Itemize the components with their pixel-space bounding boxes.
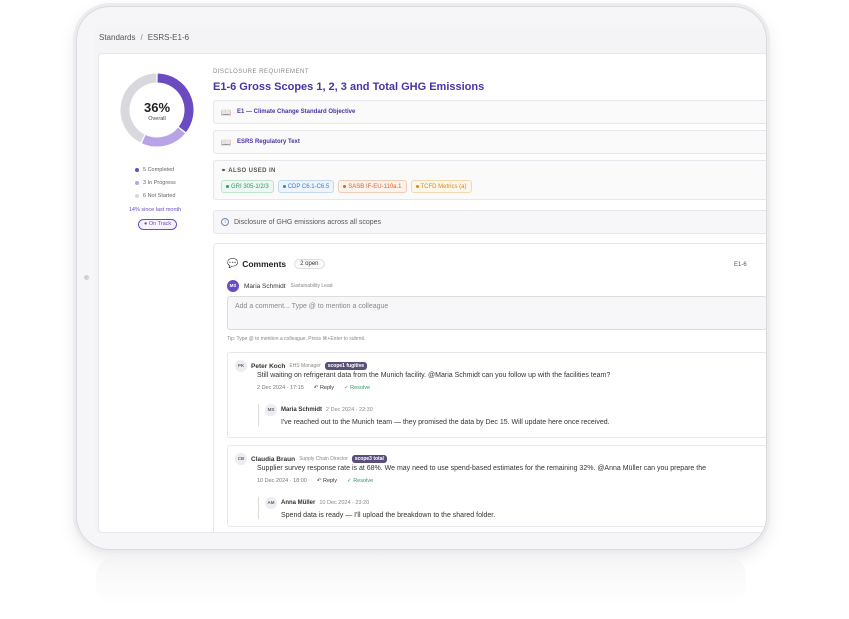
comment-post: PK Peter Koch EHS Manager scope1 fugitiv…: [235, 360, 610, 391]
avatar: AM: [265, 497, 277, 509]
info-icon: i: [221, 218, 229, 226]
comment-reply: MS Maria Schmidt 2 Dec 2024 · 22:30 I've…: [258, 404, 610, 426]
disclosure-panel: 36% Overall 5 Completed 3 In Progress 6 …: [98, 53, 766, 533]
breadcrumb-current: ESRS-E1-6: [147, 33, 190, 42]
link-standard-objective[interactable]: 📖 E1 — Climate Change Standard Objective: [213, 100, 766, 124]
comment-date: 2 Dec 2024 · 17:15: [257, 385, 304, 391]
scope-badge: scope3 total: [351, 455, 387, 463]
open-count-badge: 2 open: [294, 258, 325, 269]
resolve-button[interactable]: ✓ Resolve: [347, 478, 373, 484]
status-badge: ● On Track: [138, 219, 178, 230]
comment-actions: 10 Dec 2024 · 18:00 ↶ Reply ✓ Resolve: [257, 478, 706, 484]
progress-percent: 36%: [143, 100, 171, 115]
tag-gri[interactable]: GRI 305-1/2/3: [221, 180, 274, 193]
legend-completed: 5 Completed: [135, 164, 176, 177]
reply-button[interactable]: ↶ Reply: [317, 478, 337, 484]
check-circle-icon: ✓: [344, 385, 349, 391]
since-last-month: 14% since last month: [128, 207, 182, 213]
comments-header: 💬 Comments 2 open: [227, 258, 325, 269]
comment-thread: CB Claudia Braun Supply Chain Director s…: [227, 445, 766, 527]
avatar: PK: [235, 360, 247, 372]
tag-tcfd[interactable]: TCFD Metrics (a): [410, 180, 472, 193]
camera-dot: [84, 275, 89, 280]
resolve-button[interactable]: ✓ Resolve: [344, 385, 370, 391]
comment-date: 10 Dec 2024 · 18:00: [257, 478, 307, 484]
also-used-in-box: ⚭ ALSO USED IN GRI 305-1/2/3 CDP C6.1-C6…: [213, 160, 766, 200]
comment-thread: PK Peter Koch EHS Manager scope1 fugitiv…: [227, 352, 766, 438]
disclosure-label: DISCLOSURE REQUIREMENT: [213, 69, 310, 75]
comment-tip: Tip: Type @ to mention a colleague. Pres…: [227, 336, 366, 342]
tag-cdp[interactable]: CDP C6.1-C6.5: [277, 180, 335, 193]
device-reflection: [96, 556, 746, 606]
author-role: EHS Manager: [289, 363, 321, 369]
legend-in-progress: 3 In Progress: [135, 177, 176, 190]
author-name: Anna Müller: [281, 500, 316, 506]
avatar: CB: [235, 453, 247, 465]
breadcrumb: Standards / ESRS-E1-6: [99, 33, 189, 42]
progress-sidebar: 36% Overall 5 Completed 3 In Progress 6 …: [99, 54, 211, 532]
breadcrumb-separator: /: [140, 33, 143, 42]
also-used-in-label: ⚭ ALSO USED IN: [221, 168, 276, 174]
current-user-role: Sustainability Lead: [290, 283, 333, 289]
book-icon: 📖: [221, 107, 231, 117]
check-circle-icon: ✓: [347, 478, 352, 484]
scope-badge: scope1 fugitive: [324, 362, 368, 370]
legend-not-started: 6 Not Started: [135, 190, 176, 203]
reply-button[interactable]: ↶ Reply: [314, 385, 334, 391]
avatar: MS: [227, 280, 239, 292]
reply-date: 10 Dec 2024 · 23:20: [319, 500, 370, 506]
donut-segment-1: [141, 127, 186, 147]
breadcrumb-standards[interactable]: Standards: [99, 33, 135, 42]
progress-legend: 5 Completed 3 In Progress 6 Not Started: [135, 164, 176, 203]
comment-body: Supplier survey response rate is at 68%.…: [257, 465, 706, 472]
tag-sasb[interactable]: SASB IF-EU-110a.1: [338, 180, 407, 193]
author-name: Peter Koch: [251, 362, 286, 370]
comment-actions: 2 Dec 2024 · 17:15 ↶ Reply ✓ Resolve: [257, 385, 610, 391]
reply-icon: ↶: [316, 478, 322, 484]
author-role: Supply Chain Director: [299, 456, 348, 462]
comment-post: CB Claudia Braun Supply Chain Director s…: [235, 453, 706, 484]
author-name: Claudia Braun: [251, 455, 296, 463]
progress-overall-label: Overall: [148, 116, 166, 122]
comments-ref: E1-6: [734, 262, 747, 268]
comments-section: 💬 Comments 2 open E1-6 MS Maria Schmidt …: [213, 243, 766, 532]
comments-title: Comments: [242, 258, 287, 269]
comment-reply: AM Anna Müller 10 Dec 2024 · 23:20 Spend…: [258, 497, 495, 519]
avatar: MS: [265, 404, 277, 416]
app-screen: Standards / ESRS-E1-6 36% Overall 5 Comp…: [95, 27, 766, 533]
author-name: Maria Schmidt: [281, 407, 323, 413]
current-user: MS Maria Schmidt Sustainability Lead: [227, 280, 333, 292]
current-user-name: Maria Schmidt: [244, 282, 286, 290]
reply-body: I've reached out to the Munich team — th…: [281, 419, 610, 426]
page-title: E1-6 Gross Scopes 1, 2, 3 and Total GHG …: [213, 81, 485, 93]
book-icon: 📖: [221, 137, 231, 147]
reply-body: Spend data is ready — I'll upload the br…: [281, 512, 496, 519]
reply-icon: ↶: [313, 385, 319, 391]
framework-tags: GRI 305-1/2/3 CDP C6.1-C6.5 SASB IF-EU-1…: [221, 180, 472, 193]
comment-body: Still waiting on refrigerant data from t…: [257, 372, 611, 379]
link-icon: ⚭: [221, 168, 227, 174]
link-regulatory-text[interactable]: 📖 ESRS Regulatory Text: [213, 130, 766, 154]
tablet-frame: Standards / ESRS-E1-6 36% Overall 5 Comp…: [76, 6, 767, 550]
info-banner: i Disclosure of GHG emissions across all…: [213, 210, 766, 234]
comment-icon: 💬: [227, 258, 239, 268]
comment-input[interactable]: Add a comment... Type @ to mention a col…: [227, 296, 766, 330]
reply-date: 2 Dec 2024 · 22:30: [326, 407, 373, 413]
